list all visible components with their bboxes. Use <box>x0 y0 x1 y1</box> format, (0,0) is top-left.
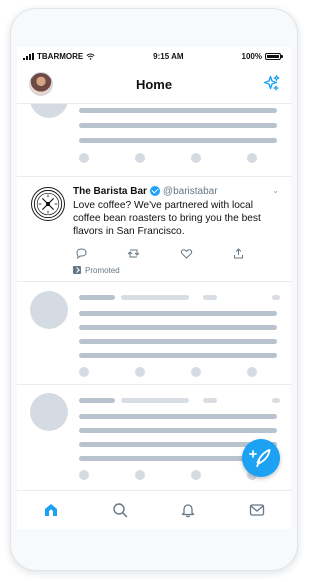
profile-avatar[interactable] <box>29 72 53 96</box>
placeholder-action-dot <box>79 367 89 377</box>
placeholder-line <box>79 414 277 419</box>
placeholder-avatar <box>30 393 68 431</box>
placeholder-line <box>203 398 217 403</box>
placeholder-avatar <box>30 291 68 329</box>
placeholder-line <box>121 398 189 403</box>
placeholder-line <box>79 108 277 113</box>
status-left: TBARMORE <box>23 52 95 61</box>
loading-post-bottom <box>17 385 291 491</box>
verified-badge-icon <box>149 186 160 196</box>
placeholder-line <box>79 325 277 330</box>
sparkle-icon[interactable] <box>261 73 281 93</box>
user-handle[interactable]: @baristabar <box>163 186 218 197</box>
mail-icon[interactable] <box>248 501 266 519</box>
placeholder-action-dot <box>247 367 257 377</box>
placeholder-action-dot <box>191 153 201 163</box>
placeholder-action-dot <box>191 470 201 480</box>
top-app-bar: Home <box>17 65 291 104</box>
promoted-icon <box>73 266 81 274</box>
page-title: Home <box>135 76 173 92</box>
placeholder-line <box>272 398 280 403</box>
placeholder-action-dot <box>135 367 145 377</box>
placeholder-line <box>79 311 277 316</box>
placeholder-line <box>79 138 277 143</box>
placeholder-line <box>79 123 277 128</box>
tweet-header: The Barista Bar @baristabar ⌄ <box>73 184 279 198</box>
search-icon[interactable] <box>111 501 129 519</box>
battery-icon <box>264 52 283 60</box>
tweet-actions <box>75 247 245 259</box>
placeholder-action-dot <box>79 153 89 163</box>
placeholder-action-dot <box>135 470 145 480</box>
status-bar: TBARMORE 9:15 AM 100% <box>17 47 291 65</box>
status-time: 9:15 AM <box>153 51 184 61</box>
reply-icon[interactable] <box>75 247 88 260</box>
placeholder-line <box>79 295 115 300</box>
status-right: 100% <box>241 51 283 61</box>
heart-icon[interactable] <box>180 247 193 260</box>
promoted-text: Promoted <box>85 265 120 275</box>
signal-icon <box>23 52 34 60</box>
home-icon[interactable] <box>42 501 60 519</box>
battery-percent: 100% <box>241 51 262 61</box>
loading-post-top <box>17 104 291 177</box>
bell-icon[interactable] <box>179 501 197 519</box>
placeholder-line <box>79 398 115 403</box>
tweet-text: Love coffee? We've partnered with local … <box>73 200 261 237</box>
placeholder-line <box>79 339 277 344</box>
placeholder-line <box>79 353 277 358</box>
bottom-navigation <box>17 490 291 529</box>
placeholder-action-dot <box>191 367 201 377</box>
phone-device: TBARMORE 9:15 AM 100% Home The Barista B… <box>10 8 298 571</box>
placeholder-line <box>272 295 280 300</box>
placeholder-action-dot <box>79 470 89 480</box>
placeholder-action-dot <box>247 153 257 163</box>
placeholder-avatar <box>30 104 68 118</box>
display-name[interactable]: The Barista Bar <box>73 186 147 197</box>
placeholder-action-dot <box>135 153 145 163</box>
retweet-icon[interactable] <box>127 247 140 260</box>
promoted-tweet[interactable]: The Barista Bar @baristabar ⌄ Love coffe… <box>17 177 291 282</box>
placeholder-line <box>79 428 277 433</box>
promoted-label: Promoted <box>73 265 120 275</box>
barista-bar-logo[interactable] <box>31 187 65 221</box>
timeline-feed[interactable]: The Barista Bar @baristabar ⌄ Love coffe… <box>17 104 291 491</box>
compose-button[interactable] <box>242 439 280 477</box>
carrier-label: TBARMORE <box>37 51 84 61</box>
loading-post-middle <box>17 282 291 385</box>
placeholder-line <box>203 295 217 300</box>
wifi-icon <box>86 52 95 60</box>
chevron-down-icon[interactable]: ⌄ <box>272 186 279 195</box>
app-screen: TBARMORE 9:15 AM 100% Home The Barista B… <box>17 47 291 529</box>
placeholder-line <box>121 295 189 300</box>
share-icon[interactable] <box>232 247 245 260</box>
